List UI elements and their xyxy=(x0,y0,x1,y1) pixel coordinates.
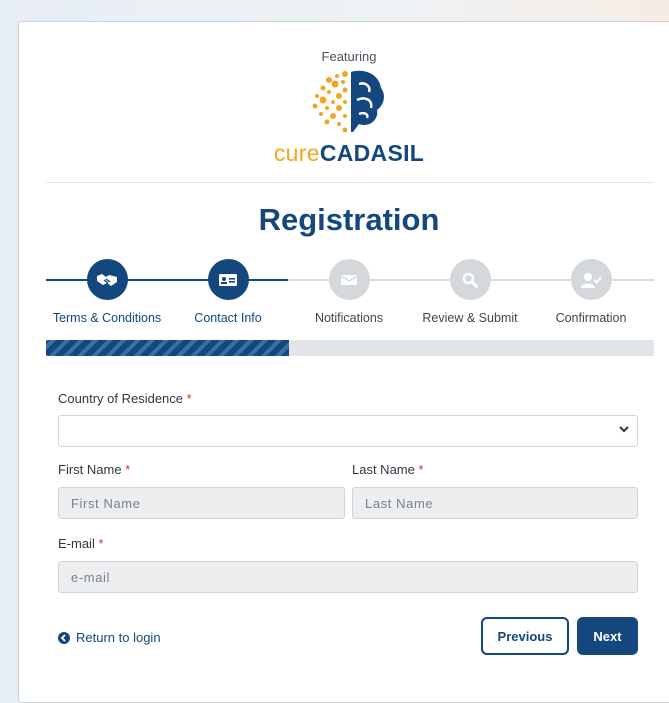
envelope-icon xyxy=(328,259,370,300)
required-marker: * xyxy=(418,462,424,477)
country-label: Country of Residence * xyxy=(58,391,192,406)
required-marker: * xyxy=(186,391,192,406)
brand-wordmark: cureCADASIL xyxy=(19,140,669,167)
email-label: E-mail * xyxy=(58,536,104,551)
step-contact-info[interactable]: Contact Info xyxy=(168,259,288,325)
step-confirmation[interactable]: Confirmation xyxy=(531,259,651,325)
magnifier-icon xyxy=(449,259,491,300)
step-label: Confirmation xyxy=(555,311,627,325)
first-name-label-text: First Name xyxy=(58,462,122,477)
user-check-icon xyxy=(570,259,612,300)
chevron-down-icon xyxy=(619,426,629,433)
brand-cadasil: CADASIL xyxy=(319,140,425,166)
brand-cure: cure xyxy=(273,140,320,166)
progress-fill xyxy=(46,340,290,356)
step-review-submit[interactable]: Review & Submit xyxy=(410,259,530,325)
cure-cadasil-logo xyxy=(309,66,389,143)
page-title: Registration xyxy=(258,202,440,237)
registration-progress-bar xyxy=(46,340,654,356)
email-label-text: E-mail xyxy=(58,536,95,551)
required-marker: * xyxy=(125,462,131,477)
first-name-input[interactable] xyxy=(58,487,345,519)
first-name-label: First Name * xyxy=(58,462,130,477)
country-label-text: Country of Residence xyxy=(58,391,184,406)
featuring-text: Featuring xyxy=(321,49,377,64)
previous-button[interactable]: Previous xyxy=(481,617,569,655)
return-to-login-link[interactable]: Return to login xyxy=(58,630,161,645)
last-name-input[interactable] xyxy=(352,487,638,519)
step-label: Review & Submit xyxy=(422,311,518,325)
header-divider xyxy=(46,182,654,183)
next-button[interactable]: Next xyxy=(577,617,638,655)
handshake-icon xyxy=(86,259,128,300)
registration-card: Featuring cureCADASIL Registration Terms… xyxy=(18,21,669,703)
step-terms[interactable]: Terms & Conditions xyxy=(47,259,167,325)
step-label: Terms & Conditions xyxy=(52,311,162,325)
return-to-login-label: Return to login xyxy=(76,630,161,645)
last-name-label-text: Last Name xyxy=(352,462,415,477)
step-notifications[interactable]: Notifications xyxy=(289,259,409,325)
step-label: Notifications xyxy=(314,311,384,325)
arrow-left-circle-icon xyxy=(58,631,70,644)
id-card-icon xyxy=(207,259,249,300)
last-name-label: Last Name * xyxy=(352,462,424,477)
email-input[interactable] xyxy=(58,561,638,593)
required-marker: * xyxy=(98,536,104,551)
country-select[interactable] xyxy=(58,415,638,447)
step-label: Contact Info xyxy=(194,311,262,325)
